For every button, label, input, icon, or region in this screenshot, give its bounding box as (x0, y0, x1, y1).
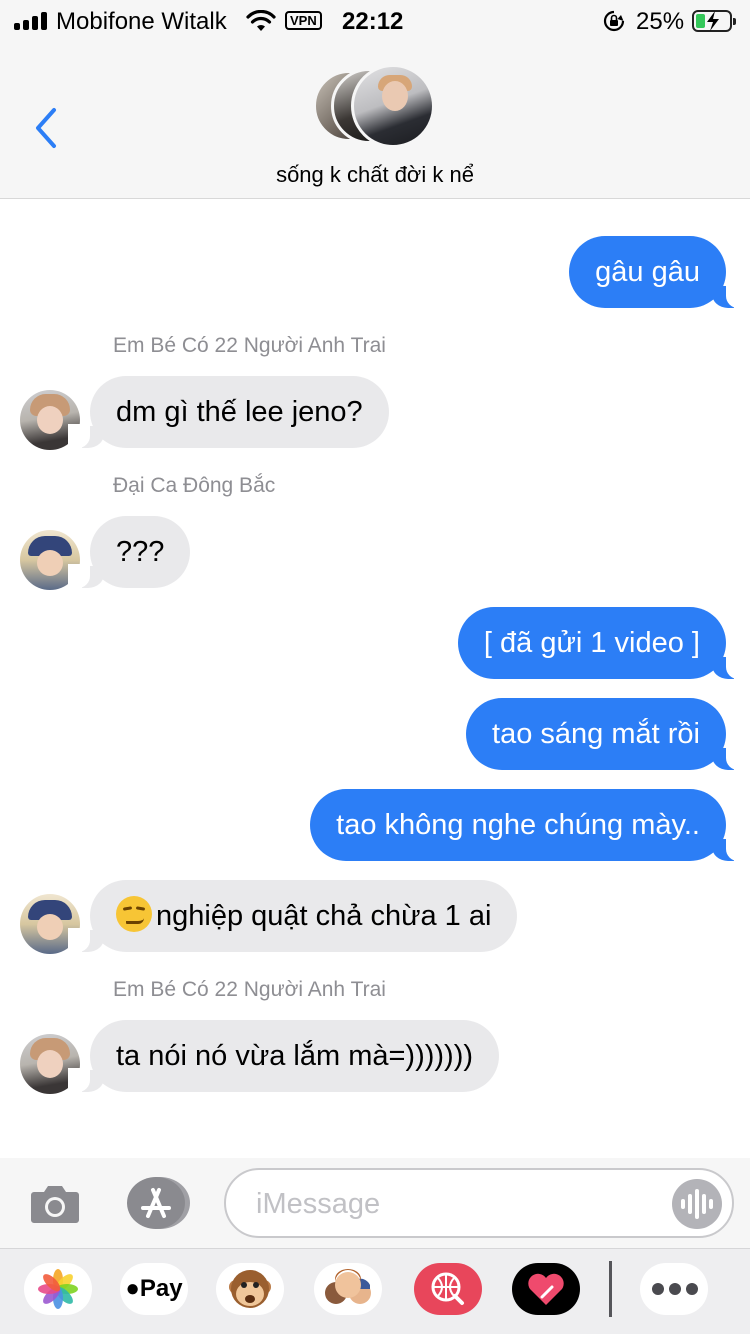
battery-icon (692, 10, 736, 32)
vpn-badge: VPN (285, 11, 322, 30)
app-store-icon[interactable] (126, 1176, 190, 1230)
app-drawer: ●Pay (0, 1248, 750, 1334)
message-text: ??? (116, 536, 165, 568)
carrier-label: Mobifone Witalk (56, 8, 227, 35)
outgoing-message[interactable]: [ đã gửi 1 video ] (457, 607, 749, 679)
clock: 22:12 (342, 8, 404, 35)
back-chevron-icon[interactable] (30, 106, 60, 150)
group-avatar[interactable] (313, 64, 437, 148)
digital-touch-button[interactable] (512, 1263, 580, 1315)
message-input[interactable] (256, 1184, 656, 1224)
compose-bar (0, 1158, 750, 1248)
apple-icon: ● (125, 1275, 140, 1302)
photos-icon (38, 1269, 78, 1309)
camera-icon[interactable] (30, 1182, 80, 1224)
drawer-divider (609, 1261, 612, 1317)
animoji-button[interactable] (216, 1263, 284, 1315)
incoming-message[interactable]: ta nói nó vừa lắm mà=))))))) (67, 1020, 500, 1092)
message-text: nghiệp quật chả chừa 1 ai (156, 900, 492, 932)
sender-name: Đại Ca Đông Bắc (113, 474, 276, 497)
outgoing-message[interactable]: gâu gâu (569, 236, 748, 308)
photos-app-button[interactable] (24, 1263, 92, 1315)
incoming-message[interactable]: ??? (67, 516, 191, 588)
memoji-icon (325, 1269, 371, 1304)
wifi-icon (246, 10, 276, 31)
sender-name: Em Bé Có 22 Người Anh Trai (113, 978, 386, 1001)
conversation-header: sống k chất đời k nể (0, 42, 750, 199)
more-apps-button[interactable] (640, 1263, 708, 1315)
message-text: dm gì thế lee jeno? (116, 396, 363, 428)
audio-waveform-icon[interactable] (672, 1179, 722, 1229)
digital-touch-icon (528, 1273, 564, 1305)
memoji-button[interactable] (314, 1263, 382, 1315)
message-text: gâu gâu (595, 256, 700, 288)
sender-name: Em Bé Có 22 Người Anh Trai (113, 334, 386, 357)
image-search-button[interactable] (414, 1263, 482, 1315)
status-bar: Mobifone Witalk VPN 22:12 25% (0, 0, 750, 42)
message-field[interactable] (224, 1168, 734, 1238)
conversation-title[interactable]: sống k chất đời k nể (0, 162, 750, 188)
apple-pay-label: Pay (139, 1275, 183, 1302)
message-text: [ đã gửi 1 video ] (483, 627, 700, 659)
incoming-message[interactable]: dm gì thế lee jeno? (68, 376, 389, 448)
message-text: ta nói nó vừa lắm mà=))))))) (116, 1040, 474, 1072)
smirking-face-icon (116, 896, 152, 932)
image-search-icon (431, 1272, 464, 1305)
more-icon (652, 1283, 698, 1295)
outgoing-message[interactable]: tao sáng mắt rồi (466, 698, 748, 770)
battery-percentage: 25% (636, 8, 685, 35)
member-avatar (351, 64, 435, 148)
monkey-icon (229, 1270, 271, 1308)
incoming-message[interactable]: nghiệp quật chả chừa 1 ai (67, 880, 518, 952)
outgoing-message[interactable]: tao không nghe chúng mày.. (310, 789, 748, 861)
message-text: tao không nghe chúng mày.. (336, 809, 700, 841)
message-text: tao sáng mắt rồi (492, 718, 700, 750)
apple-pay-button[interactable]: ●Pay (120, 1263, 188, 1315)
signal-icon (14, 12, 48, 30)
rotation-lock-icon (603, 10, 625, 32)
